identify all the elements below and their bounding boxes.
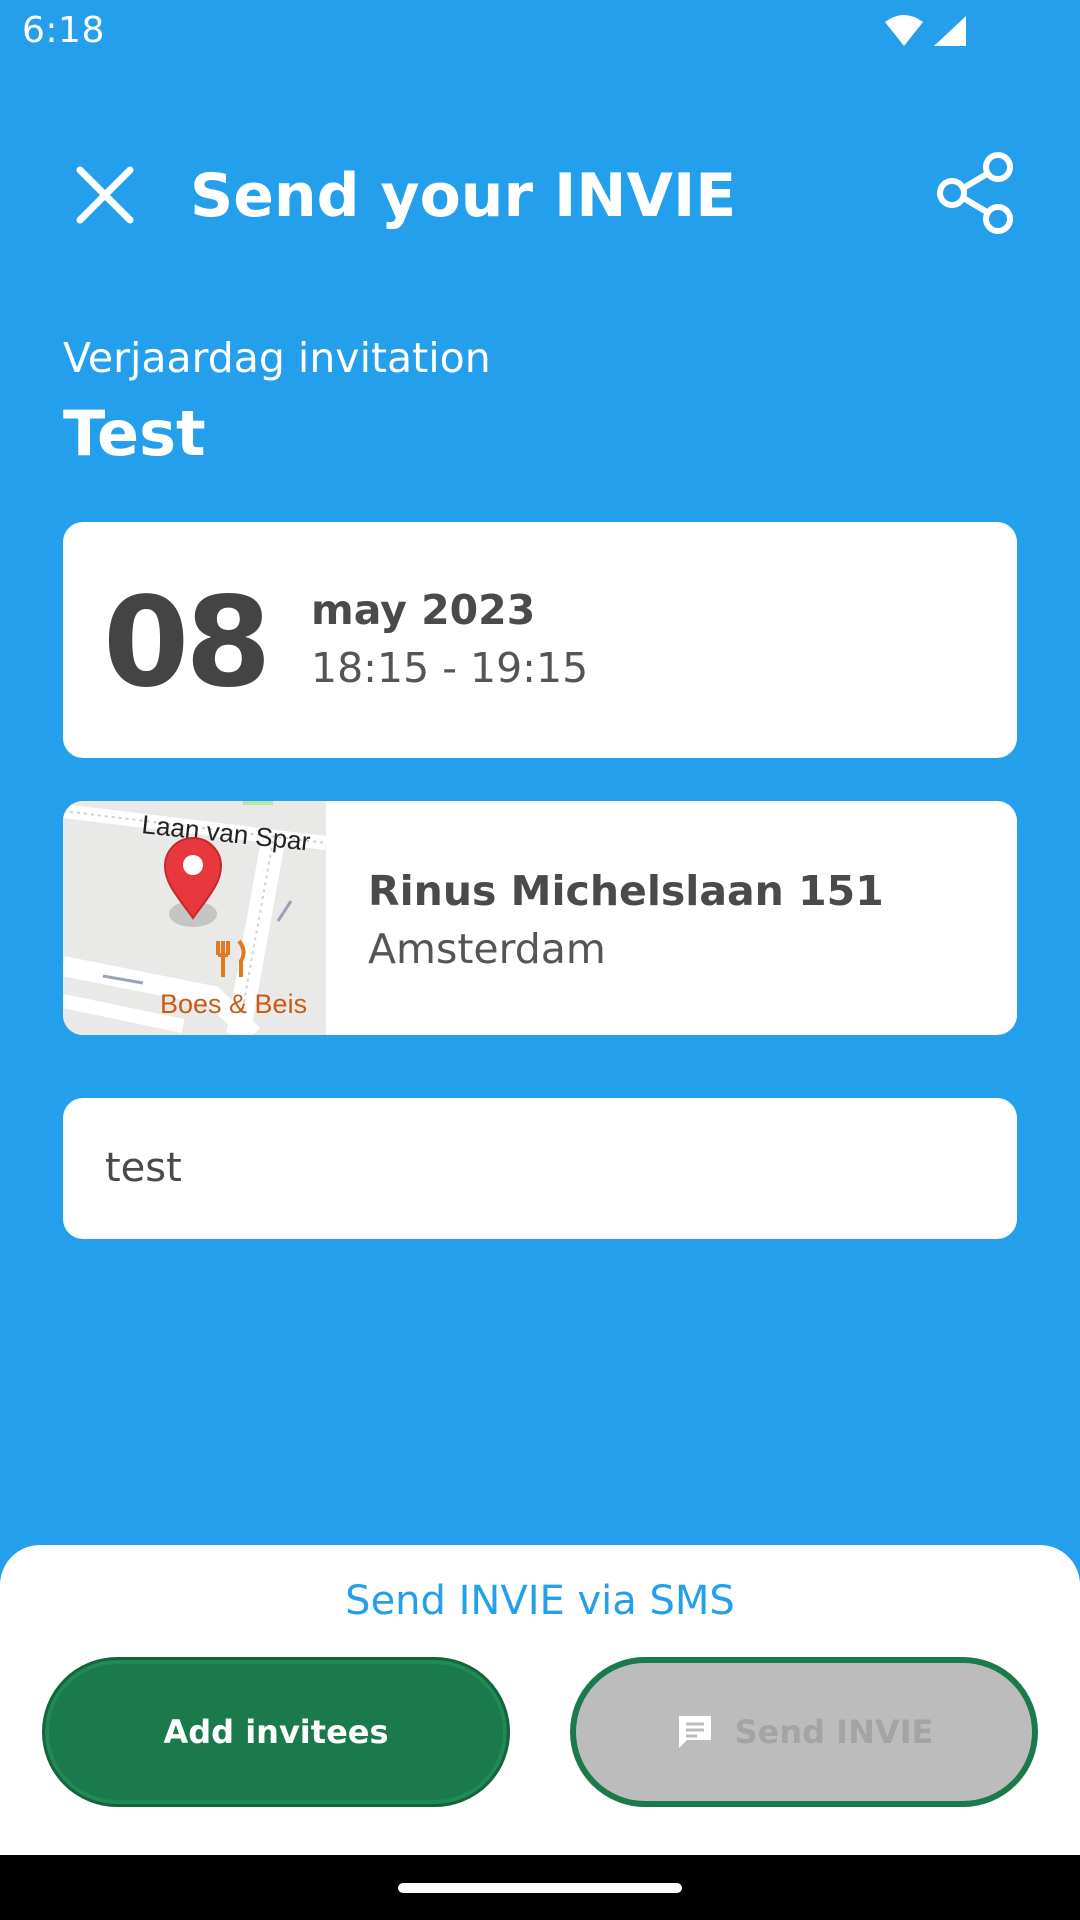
close-button[interactable] (62, 152, 148, 238)
date-card[interactable]: 08 may 2023 18:15 - 19:15 (63, 522, 1017, 758)
map-poi-label: Boes & Beis (160, 989, 307, 1019)
page-title: Send your INVIE (190, 161, 737, 231)
add-invitees-button[interactable]: Add invitees (42, 1657, 510, 1807)
status-time: 6:18 (22, 10, 105, 51)
wifi-icon (885, 15, 923, 46)
cellular-signal-icon (934, 16, 966, 46)
app-bar: Send your INVIE (0, 130, 1080, 260)
send-invie-label: Send INVIE (734, 1713, 934, 1751)
bottom-action-sheet: Send INVIE via SMS Add invitees Send INV… (0, 1545, 1080, 1855)
system-navigation-bar (0, 1855, 1080, 1920)
location-city: Amsterdam (368, 925, 606, 973)
send-invie-button[interactable]: Send INVIE (570, 1657, 1038, 1807)
date-month-year: may 2023 (311, 586, 536, 634)
home-indicator[interactable] (398, 1883, 682, 1893)
share-icon (937, 152, 1013, 234)
invitation-type: Verjaardag invitation (63, 334, 491, 382)
message-text: test (105, 1145, 182, 1191)
location-card[interactable]: Laan van Spar Boes & Beis Rinus Michelsl… (63, 801, 1017, 1035)
invitation-name: Test (63, 397, 206, 470)
status-bar: 6:18 (0, 0, 1080, 64)
date-time-range: 18:15 - 19:15 (311, 644, 589, 692)
close-icon (76, 166, 134, 224)
message-card[interactable]: test (63, 1098, 1017, 1239)
map-thumbnail[interactable]: Laan van Spar Boes & Beis (63, 801, 327, 1035)
date-day: 08 (103, 571, 272, 715)
location-street: Rinus Michelslaan 151 (368, 867, 884, 915)
status-icons (884, 14, 968, 48)
add-invitees-label: Add invitees (163, 1713, 389, 1751)
share-button[interactable] (930, 148, 1020, 238)
map-graphic: Laan van Spar Boes & Beis (63, 801, 327, 1035)
message-icon (678, 1716, 711, 1748)
send-via-sms-link[interactable]: Send INVIE via SMS (0, 1575, 1080, 1627)
